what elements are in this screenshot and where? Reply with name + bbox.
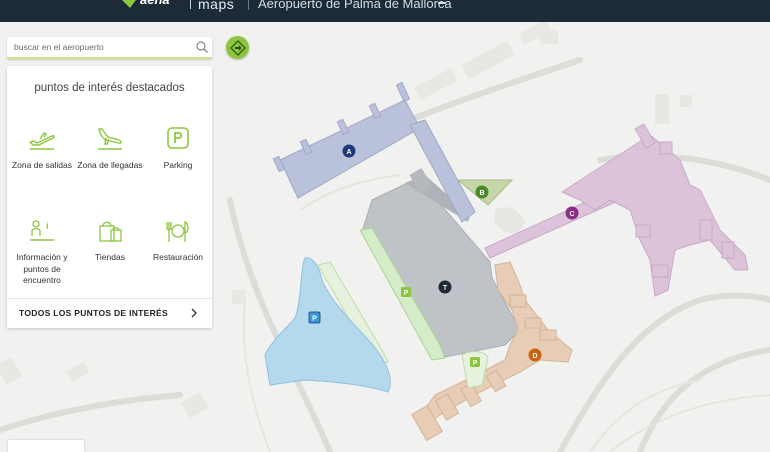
- svg-text:P: P: [473, 360, 478, 367]
- restaurant-icon: [166, 220, 189, 242]
- all-poi-label: TODOS LOS PUNTOS DE INTERÉS: [19, 308, 169, 318]
- poi-shops-label: Tiendas: [95, 252, 125, 262]
- route-button[interactable]: [226, 36, 249, 59]
- poi-parking[interactable]: Parking: [144, 124, 212, 172]
- svg-text:P: P: [312, 316, 317, 323]
- airport-menu-icon[interactable]: [438, 2, 446, 4]
- poi-shops[interactable]: Tiendas: [76, 216, 144, 264]
- brand-separator: [190, 0, 191, 9]
- title-separator: [248, 0, 249, 10]
- poi-restaurants-label: Restauración: [152, 252, 204, 262]
- module-b-marker[interactable]: B: [475, 185, 489, 199]
- aena-logo[interactable]: aena: [120, 0, 188, 14]
- all-poi-link[interactable]: TODOS LOS PUNTOS DE INTERÉS: [7, 298, 212, 328]
- arrivals-plane-icon: [98, 128, 122, 150]
- search-input[interactable]: [7, 37, 192, 57]
- parking-marker-green-1[interactable]: P: [401, 287, 411, 297]
- poi-restaurants[interactable]: Restauración: [144, 216, 212, 264]
- svg-text:i: i: [46, 221, 49, 231]
- parking-marker-green-2[interactable]: P: [470, 357, 480, 367]
- chevron-right-icon: [191, 308, 197, 318]
- poi-departures[interactable]: Zona de salidas: [8, 124, 76, 172]
- terminal-marker[interactable]: T: [438, 280, 452, 294]
- airport-title: Aeropuerto de Palma de Mallorca: [258, 0, 452, 11]
- map-controls[interactable]: [8, 440, 84, 452]
- svg-text:T: T: [443, 285, 448, 292]
- module-c-marker[interactable]: C: [565, 206, 579, 220]
- svg-text:A: A: [346, 149, 351, 156]
- module-d-marker[interactable]: D: [528, 348, 542, 362]
- search-icon[interactable]: [195, 40, 209, 54]
- poi-information[interactable]: i Información y puntos de encuentro: [8, 216, 76, 287]
- information-point-icon: i: [30, 220, 54, 241]
- shopping-bags-icon: [99, 221, 122, 242]
- svg-text:D: D: [532, 353, 537, 360]
- module-a-marker[interactable]: A: [342, 144, 356, 158]
- poi-departures-label: Zona de salidas: [11, 160, 72, 170]
- poi-panel: puntos de interés destacados Zona de sal…: [7, 66, 212, 328]
- poi-panel-title: puntos de interés destacados: [34, 82, 185, 94]
- svg-text:aena: aena: [140, 0, 170, 7]
- svg-text:C: C: [569, 211, 574, 218]
- directions-icon: [229, 39, 246, 56]
- parking-marker-blue[interactable]: P: [308, 311, 321, 324]
- poi-arrivals-label: Zona de llegadas: [77, 160, 143, 170]
- poi-arrivals[interactable]: Zona de llegadas: [76, 124, 144, 172]
- poi-information-label: Información y puntos de encuentro: [16, 252, 68, 285]
- search-box: [7, 37, 212, 59]
- departures-plane-icon: [29, 132, 55, 150]
- parking-icon: [167, 127, 189, 149]
- svg-text:P: P: [404, 290, 409, 297]
- poi-parking-label: Parking: [163, 160, 193, 170]
- svg-text:B: B: [479, 190, 484, 197]
- brand-maps-label: maps: [198, 0, 235, 12]
- top-bar: aena maps Aeropuerto de Palma de Mallorc…: [0, 0, 770, 22]
